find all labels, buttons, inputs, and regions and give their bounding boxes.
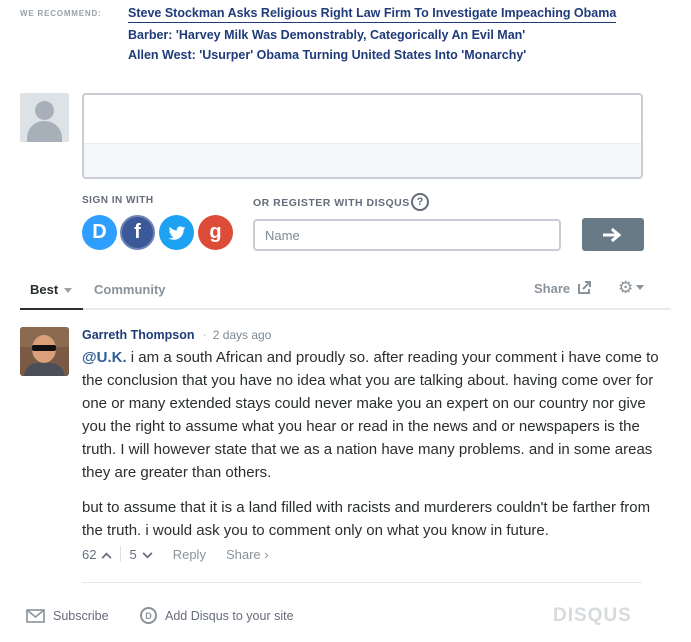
facebook-login-icon[interactable]: f	[120, 215, 155, 250]
help-question-icon[interactable]: ?	[411, 193, 429, 211]
google-glyph: g	[209, 221, 222, 243]
commenter-photo	[20, 327, 69, 376]
upvote-icon[interactable]	[101, 547, 112, 562]
comment-paragraph-2: but to assume that it is a land filled w…	[82, 499, 651, 539]
comments-nav: Best Community Share ⚙	[20, 274, 671, 310]
disqus-d-icon: D	[140, 607, 157, 624]
submit-arrow-button[interactable]	[582, 218, 644, 251]
tab-community[interactable]: Community	[94, 282, 166, 297]
avatar-head-shape	[35, 101, 54, 120]
facebook-glyph: f	[134, 221, 141, 243]
recommend-label: WE RECOMMEND:	[20, 9, 102, 18]
tab-best[interactable]: Best	[30, 282, 73, 297]
downvote-count: 5	[129, 546, 137, 562]
comment-timestamp[interactable]: 2 days ago	[213, 328, 272, 342]
comment-body: @U.K. i am a south African and proudly s…	[82, 346, 662, 554]
add-disqus-label: Add Disqus to your site	[165, 608, 294, 623]
gear-icon[interactable]: ⚙	[618, 278, 633, 298]
user-avatar-placeholder	[20, 93, 69, 142]
name-input[interactable]	[253, 219, 561, 251]
google-login-icon[interactable]: g	[198, 215, 233, 250]
signin-label: SIGN IN WITH	[82, 195, 154, 206]
comment-textarea[interactable]	[82, 93, 643, 179]
header-separator: ·	[202, 328, 207, 342]
avatar-body-shape	[27, 121, 62, 142]
comment-paragraph-1: @U.K. i am a south African and proudly s…	[82, 346, 662, 484]
upvote-count: 62	[82, 546, 97, 562]
commenter-avatar[interactable]	[20, 327, 69, 376]
gear-chevron-down-icon[interactable]	[636, 285, 644, 290]
comment-paragraph-1-text: i am a south African and proudly so. aft…	[82, 349, 659, 481]
subscribe-link[interactable]: Subscribe	[26, 609, 109, 623]
twitter-bird-icon	[168, 225, 185, 240]
footer-divider	[82, 582, 642, 583]
reply-link[interactable]: Reply	[173, 547, 206, 562]
recommend-link-2[interactable]: Barber: 'Harvey Milk Was Demonstrably, C…	[128, 25, 616, 45]
textarea-toolbar	[84, 143, 641, 177]
envelope-icon	[26, 609, 45, 623]
share-thread-link[interactable]: Share	[534, 281, 570, 296]
arrow-right-icon	[603, 227, 622, 242]
downvote-icon[interactable]	[142, 547, 153, 562]
comment-header: Garreth Thompson · 2 days ago	[82, 328, 271, 342]
recommend-link-1[interactable]: Steve Stockman Asks Religious Right Law …	[128, 4, 617, 23]
vote-divider	[120, 546, 122, 562]
comment-share-link[interactable]: Share ›	[226, 547, 269, 562]
disqus-login-icon[interactable]: D	[82, 215, 117, 250]
recommend-links: Steve Stockman Asks Religious Right Law …	[128, 4, 617, 65]
comment-footer: 62 5 Reply Share ›	[82, 546, 269, 562]
chevron-down-icon	[64, 288, 73, 294]
comment-author[interactable]: Garreth Thompson	[82, 328, 195, 342]
recommend-link-3[interactable]: Allen West: 'Usurper' Obama Turning Unit…	[128, 45, 616, 65]
subscribe-label: Subscribe	[53, 609, 109, 623]
mention-link[interactable]: @U.K.	[82, 349, 127, 366]
twitter-login-icon[interactable]: t	[159, 215, 194, 250]
disqus-glyph: D	[92, 221, 107, 243]
tab-best-label: Best	[30, 282, 59, 297]
disqus-logo[interactable]: DISQUS	[553, 605, 632, 627]
register-label: OR REGISTER WITH DISQUS	[253, 197, 410, 209]
add-disqus-link[interactable]: D Add Disqus to your site	[140, 607, 294, 624]
share-icon[interactable]	[577, 280, 592, 295]
active-tab-indicator	[20, 308, 83, 310]
